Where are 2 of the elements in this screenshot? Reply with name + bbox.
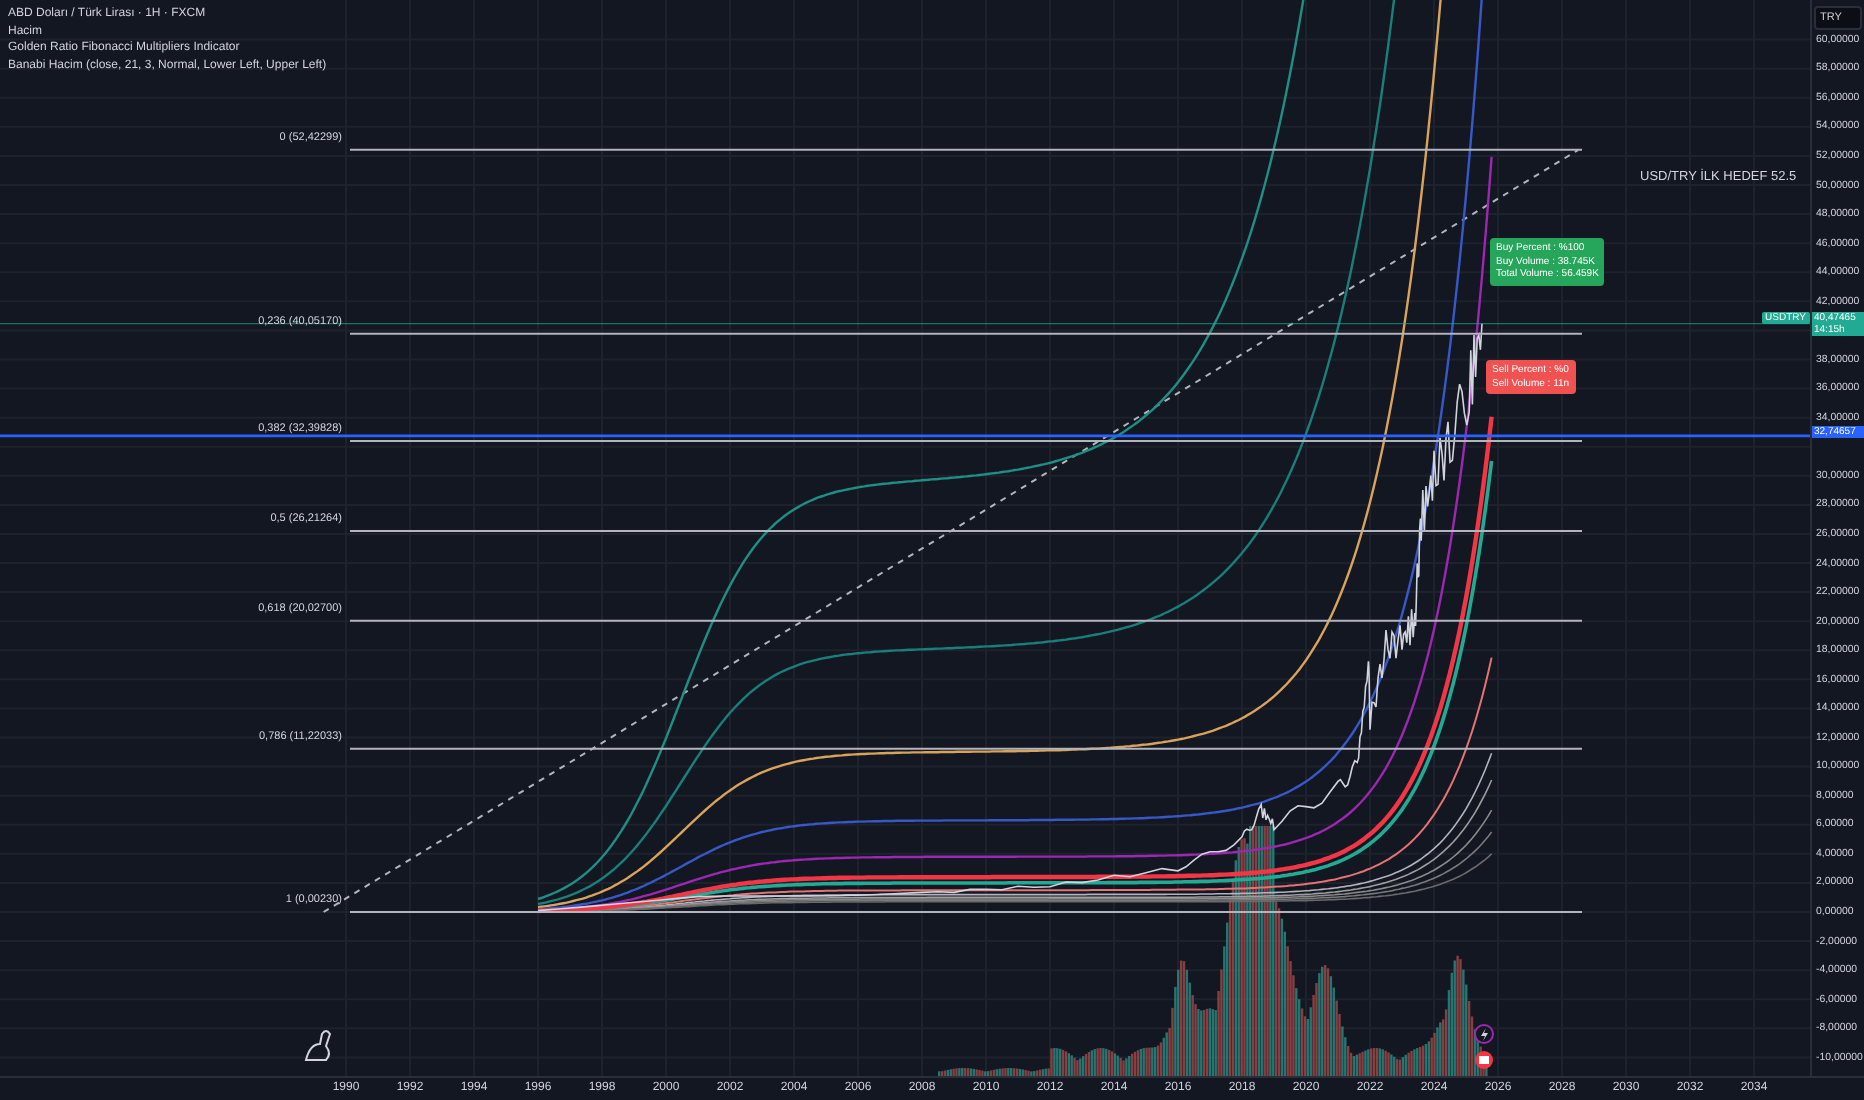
- lightning-icon[interactable]: [1474, 1024, 1494, 1044]
- event-icon[interactable]: [1475, 1051, 1493, 1069]
